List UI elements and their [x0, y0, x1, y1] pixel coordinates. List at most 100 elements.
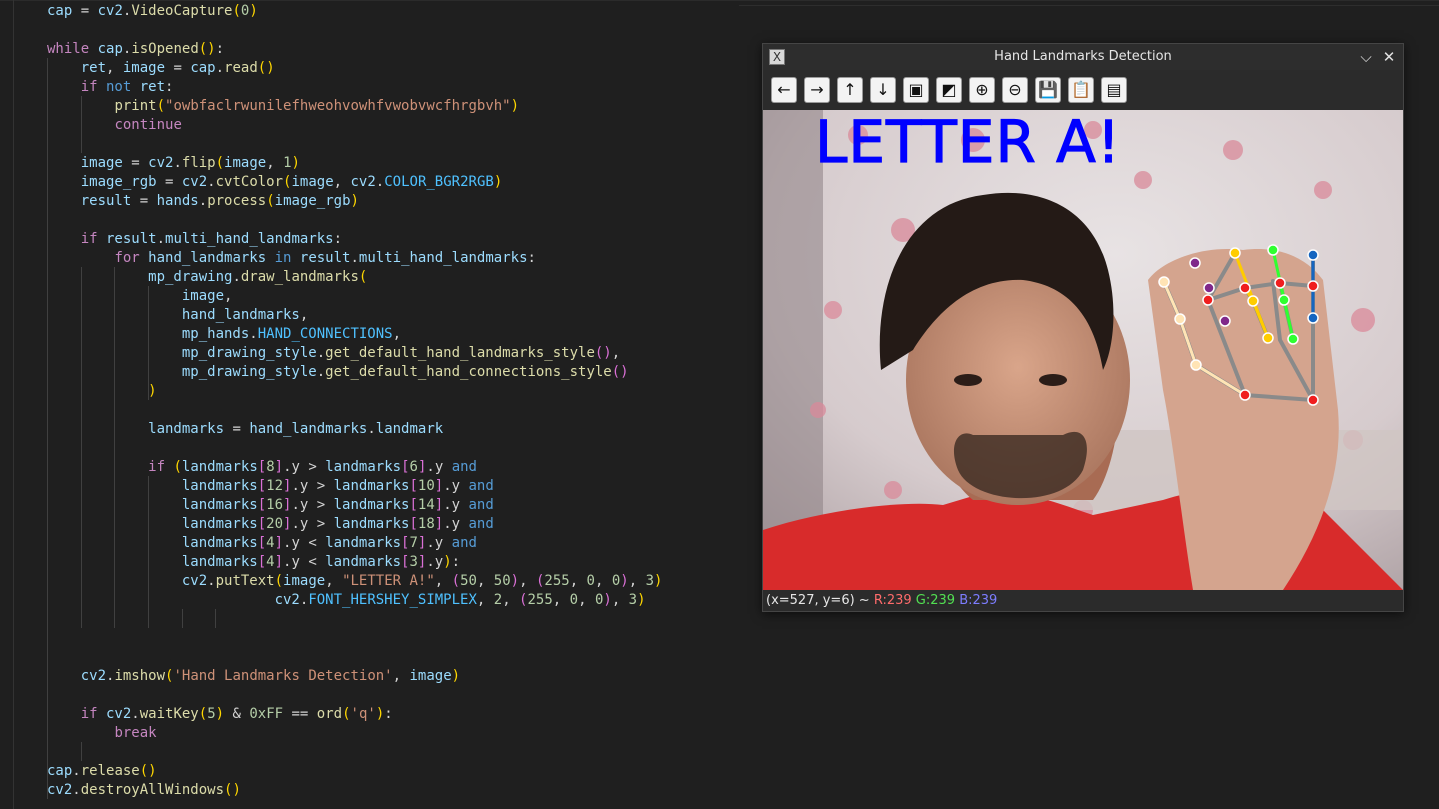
code-token: flip: [181, 155, 216, 171]
code-token: (: [266, 193, 275, 209]
code-token: 50: [493, 573, 511, 589]
code-line[interactable]: mp_hands.HAND_CONNECTIONS,: [47, 325, 401, 344]
code-token: ): [603, 592, 612, 608]
code-token: .y >: [283, 459, 326, 475]
code-token: [: [409, 497, 418, 513]
code-line[interactable]: cap = cv2.VideoCapture(0): [47, 2, 258, 21]
code-token: get_default_hand_connections_style: [325, 364, 612, 380]
code-token: cap: [47, 3, 73, 19]
pan-down-button[interactable]: ↓: [870, 77, 896, 103]
code-line[interactable]: image = cv2.flip(image, 1): [47, 154, 300, 173]
code-token: 0: [586, 573, 595, 589]
code-token: ]: [434, 516, 444, 532]
copy-clipboard-button[interactable]: 📋: [1068, 77, 1094, 103]
code-token: ,: [266, 155, 284, 171]
indent-guide: [148, 286, 149, 400]
code-token: 0xFF: [249, 706, 284, 722]
code-token: cv2: [97, 3, 123, 19]
code-line[interactable]: if (landmarks[8].y > landmarks[6].y and: [47, 458, 477, 477]
code-token: and: [468, 478, 494, 494]
code-line[interactable]: mp_drawing_style.get_default_hand_landma…: [47, 344, 620, 363]
zoom-out-button[interactable]: ⊖: [1002, 77, 1028, 103]
code-line[interactable]: if cv2.waitKey(5) & 0xFF == ord('q'):: [47, 705, 393, 724]
code-line[interactable]: mp_drawing_style.get_default_hand_connec…: [47, 363, 629, 382]
code-line[interactable]: hand_landmarks,: [47, 306, 308, 325]
code-token: ): [510, 573, 520, 589]
code-line[interactable]: cv2.FONT_HERSHEY_SIMPLEX, 2, (255, 0, 0)…: [47, 591, 646, 610]
code-token: print: [114, 98, 157, 114]
code-line[interactable]: image,: [47, 287, 233, 306]
code-line[interactable]: ): [47, 382, 156, 401]
zoom-in-button[interactable]: ⊕: [969, 77, 995, 103]
camera-image[interactable]: LETTER A!: [763, 110, 1403, 590]
code-line[interactable]: cv2.imshow('Hand Landmarks Detection', i…: [47, 667, 460, 686]
code-token: :: [215, 41, 225, 57]
code-line[interactable]: landmarks[4].y < landmarks[7].y and: [47, 534, 477, 553]
code-token: (): [257, 60, 275, 76]
code-token: ]: [274, 535, 284, 551]
code-token: =: [165, 60, 191, 76]
code-line[interactable]: continue: [47, 116, 181, 135]
code-token: 'q': [350, 706, 376, 722]
code-line[interactable]: cv2.putText(image, "LETTER A!", (50, 50)…: [47, 572, 663, 591]
code-token: hand_landmarks: [249, 421, 368, 437]
zoom-x1-button[interactable]: ▣: [903, 77, 929, 103]
code-token: ]: [274, 554, 284, 570]
editor-tab-strip: [739, 0, 1439, 6]
code-token: COLOR_BGR2RGB: [384, 174, 494, 190]
code-token: 7: [409, 535, 418, 551]
code-token: 255: [544, 573, 570, 589]
opencv-window[interactable]: X Hand Landmarks Detection ⌵ ✕ ← → ↑ ↓ ▣ ◩ ⊕ ⊖ 💾…: [762, 43, 1404, 612]
code-line[interactable]: cap.release(): [47, 762, 157, 781]
code-line[interactable]: cv2.destroyAllWindows(): [47, 781, 241, 800]
code-line[interactable]: result = hands.process(image_rgb): [47, 192, 359, 211]
code-line[interactable]: ret, image = cap.read(): [47, 59, 275, 78]
code-line[interactable]: for hand_landmarks in result.multi_hand_…: [47, 249, 536, 268]
code-line[interactable]: landmarks = hand_landmarks.landmark: [47, 420, 443, 439]
code-token: process: [207, 193, 267, 209]
code-token: image_rgb: [47, 174, 157, 190]
code-token: image_rgb: [274, 193, 351, 209]
code-token: 'Hand Landmarks Detection': [173, 668, 393, 684]
zoom-fit-button[interactable]: ◩: [936, 77, 962, 103]
window-titlebar[interactable]: X Hand Landmarks Detection ⌵ ✕: [763, 44, 1403, 70]
chevron-down-icon[interactable]: ⌵: [1356, 47, 1376, 67]
code-token: cv2: [47, 573, 208, 589]
pan-up-button[interactable]: ↑: [837, 77, 863, 103]
code-token: [: [257, 478, 267, 494]
code-token: 4: [266, 535, 275, 551]
indent-guide: [215, 609, 216, 628]
pan-left-button[interactable]: ←: [771, 77, 797, 103]
pan-right-button[interactable]: →: [804, 77, 830, 103]
code-token: cv2: [47, 782, 73, 798]
save-image-button[interactable]: 💾: [1035, 77, 1061, 103]
code-token: ,: [476, 592, 494, 608]
code-line[interactable]: print("owbfaclrwunilefhweohvowhfvwobvwcf…: [47, 97, 519, 116]
code-token: .: [156, 231, 166, 247]
code-token: ,: [224, 288, 233, 304]
code-token: ,: [392, 326, 402, 342]
code-line[interactable]: image_rgb = cv2.cvtColor(image, cv2.COLO…: [47, 173, 503, 192]
code-token: ]: [434, 497, 444, 513]
code-token: .y: [426, 459, 452, 475]
code-token: (): [594, 345, 612, 361]
code-line[interactable]: break: [47, 724, 156, 743]
close-icon[interactable]: ✕: [1379, 47, 1399, 67]
code-token: destroyAllWindows: [80, 782, 225, 798]
code-line[interactable]: mp_drawing.draw_landmarks(: [47, 268, 367, 287]
code-token: .: [173, 155, 182, 171]
code-line[interactable]: landmarks[4].y < landmarks[3].y):: [47, 553, 460, 572]
code-token: =: [131, 193, 157, 209]
code-line[interactable]: if not ret:: [47, 78, 174, 97]
code-line[interactable]: while cap.isOpened():: [47, 40, 224, 59]
code-token: VideoCapture: [131, 3, 233, 19]
code-token: hand_landmarks: [139, 250, 267, 266]
code-line[interactable]: if result.multi_hand_landmarks:: [47, 230, 342, 249]
gutter-guide: [13, 0, 14, 809]
code-token: ): [350, 193, 359, 209]
properties-button[interactable]: ▤: [1101, 77, 1127, 103]
code-token: :: [527, 250, 536, 266]
